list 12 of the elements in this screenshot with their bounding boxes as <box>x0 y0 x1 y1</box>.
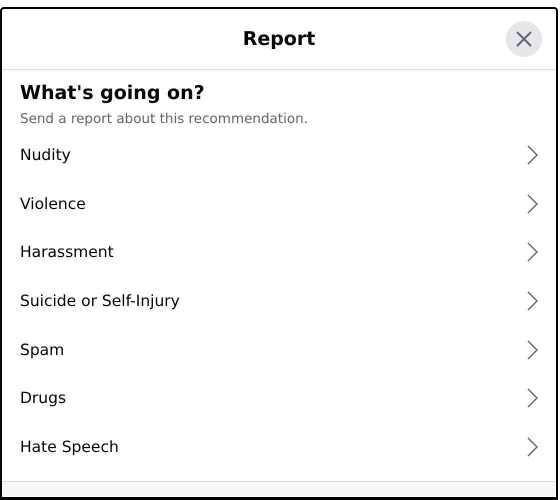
chevron-icon <box>527 145 538 166</box>
chevron-icon <box>527 291 538 312</box>
dialog-title: Report <box>242 28 316 50</box>
section-subtitle: Send a report about this recommendation. <box>20 111 309 127</box>
chevron-icon <box>527 242 538 262</box>
chevron-icon <box>527 340 538 360</box>
chevron-icon <box>527 194 538 214</box>
close-button[interactable] <box>506 21 542 57</box>
section-heading: What's going on? <box>20 82 206 104</box>
chevron-icon <box>527 388 538 408</box>
chevron-icon <box>527 436 538 457</box>
close-icon <box>516 31 532 47</box>
